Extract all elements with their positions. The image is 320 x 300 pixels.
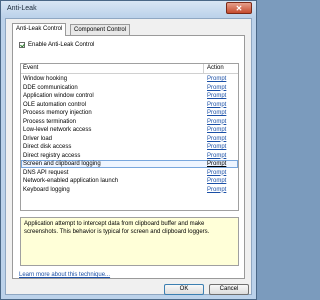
close-button[interactable]: ✕ bbox=[226, 2, 252, 14]
list-item[interactable]: Driver load Prompt bbox=[21, 135, 238, 143]
event-name: Window hooking bbox=[23, 76, 68, 82]
list-item[interactable]: Low-level network access Prompt bbox=[21, 126, 238, 134]
tab-panel: Enable Anti-Leak Control Event Action Wi… bbox=[12, 35, 245, 279]
event-name: OLE automation control bbox=[23, 101, 87, 108]
list-item[interactable]: Screen and clipboard logging Prompt bbox=[21, 160, 238, 168]
column-header-event[interactable]: Event bbox=[23, 65, 38, 71]
event-name: Driver load bbox=[23, 135, 53, 142]
event-list: Event Action Window hooking Prompt DDE com… bbox=[20, 63, 239, 211]
list-item[interactable]: Window hooking Prompt bbox=[21, 75, 238, 83]
action-link[interactable]: Prompt bbox=[207, 127, 226, 133]
action-link[interactable]: Prompt bbox=[207, 144, 226, 150]
action-link[interactable]: Prompt bbox=[207, 161, 226, 167]
list-item[interactable]: Keyboard logging Prompt bbox=[21, 186, 238, 194]
event-name: Low-level network access bbox=[23, 127, 92, 133]
event-name: DDE communication bbox=[23, 84, 78, 91]
title-bar[interactable]: Anti-Leak ✕ bbox=[1, 1, 256, 17]
list-item[interactable]: Process memory injection Prompt bbox=[21, 109, 238, 117]
event-name: Process memory injection bbox=[23, 110, 92, 116]
tab-anti-leak-control[interactable]: Anti-Leak Control bbox=[12, 23, 67, 36]
event-name: Direct registry access bbox=[23, 152, 81, 159]
dialog-client-area: Anti-Leak Control Component Control Enab… bbox=[5, 18, 252, 295]
list-item[interactable]: Process termination Prompt bbox=[21, 118, 238, 126]
list-item[interactable]: Application window control Prompt bbox=[21, 92, 238, 100]
enable-anti-leak-row[interactable]: Enable Anti-Leak Control bbox=[19, 42, 94, 48]
event-name: Direct disk access bbox=[23, 144, 72, 150]
event-name: Screen and clipboard logging bbox=[23, 161, 101, 167]
action-link[interactable]: Prompt bbox=[207, 136, 226, 142]
learn-more-link[interactable]: Learn more about this technique... bbox=[19, 272, 110, 278]
column-divider[interactable] bbox=[203, 64, 204, 73]
cancel-button[interactable]: Cancel bbox=[209, 284, 249, 295]
action-link[interactable]: Prompt bbox=[207, 119, 226, 125]
action-link[interactable]: Prompt bbox=[207, 110, 226, 116]
column-header-action[interactable]: Action bbox=[207, 65, 224, 71]
action-link[interactable]: Prompt bbox=[207, 178, 226, 184]
event-name: Keyboard logging bbox=[23, 186, 70, 193]
event-name: Network-enabled application launch bbox=[23, 178, 119, 184]
list-item[interactable]: DNS API request Prompt bbox=[21, 169, 238, 177]
event-name: Application window control bbox=[23, 93, 94, 99]
event-description: Application attempt to intercept data fr… bbox=[20, 217, 239, 266]
enable-anti-leak-checkbox[interactable] bbox=[19, 42, 25, 48]
close-icon: ✕ bbox=[235, 4, 243, 13]
action-link[interactable]: Prompt bbox=[207, 170, 226, 176]
list-item[interactable]: DDE communication Prompt bbox=[21, 84, 238, 92]
list-header: Event Action bbox=[21, 64, 238, 74]
action-link[interactable]: Prompt bbox=[207, 153, 226, 159]
window-title: Anti-Leak bbox=[7, 5, 37, 12]
action-link[interactable]: Prompt bbox=[207, 187, 226, 193]
enable-anti-leak-label: Enable Anti-Leak Control bbox=[28, 42, 95, 48]
action-link[interactable]: Prompt bbox=[207, 93, 226, 99]
list-item[interactable]: Network-enabled application launch Prompt bbox=[21, 177, 238, 185]
action-link[interactable]: Prompt bbox=[207, 85, 226, 91]
list-item[interactable]: Direct disk access Prompt bbox=[21, 143, 238, 151]
ok-button[interactable]: OK bbox=[164, 284, 204, 295]
list-item[interactable]: OLE automation control Prompt bbox=[21, 101, 238, 109]
tab-component-control[interactable]: Component Control bbox=[70, 24, 131, 35]
action-link[interactable]: Prompt bbox=[207, 76, 226, 82]
event-name: DNS API request bbox=[23, 169, 69, 176]
action-link[interactable]: Prompt bbox=[207, 102, 226, 108]
anti-leak-window: Anti-Leak ✕ Anti-Leak Control Component … bbox=[0, 0, 257, 300]
event-name: Process termination bbox=[23, 118, 77, 125]
list-item[interactable]: Direct registry access Prompt bbox=[21, 152, 238, 160]
